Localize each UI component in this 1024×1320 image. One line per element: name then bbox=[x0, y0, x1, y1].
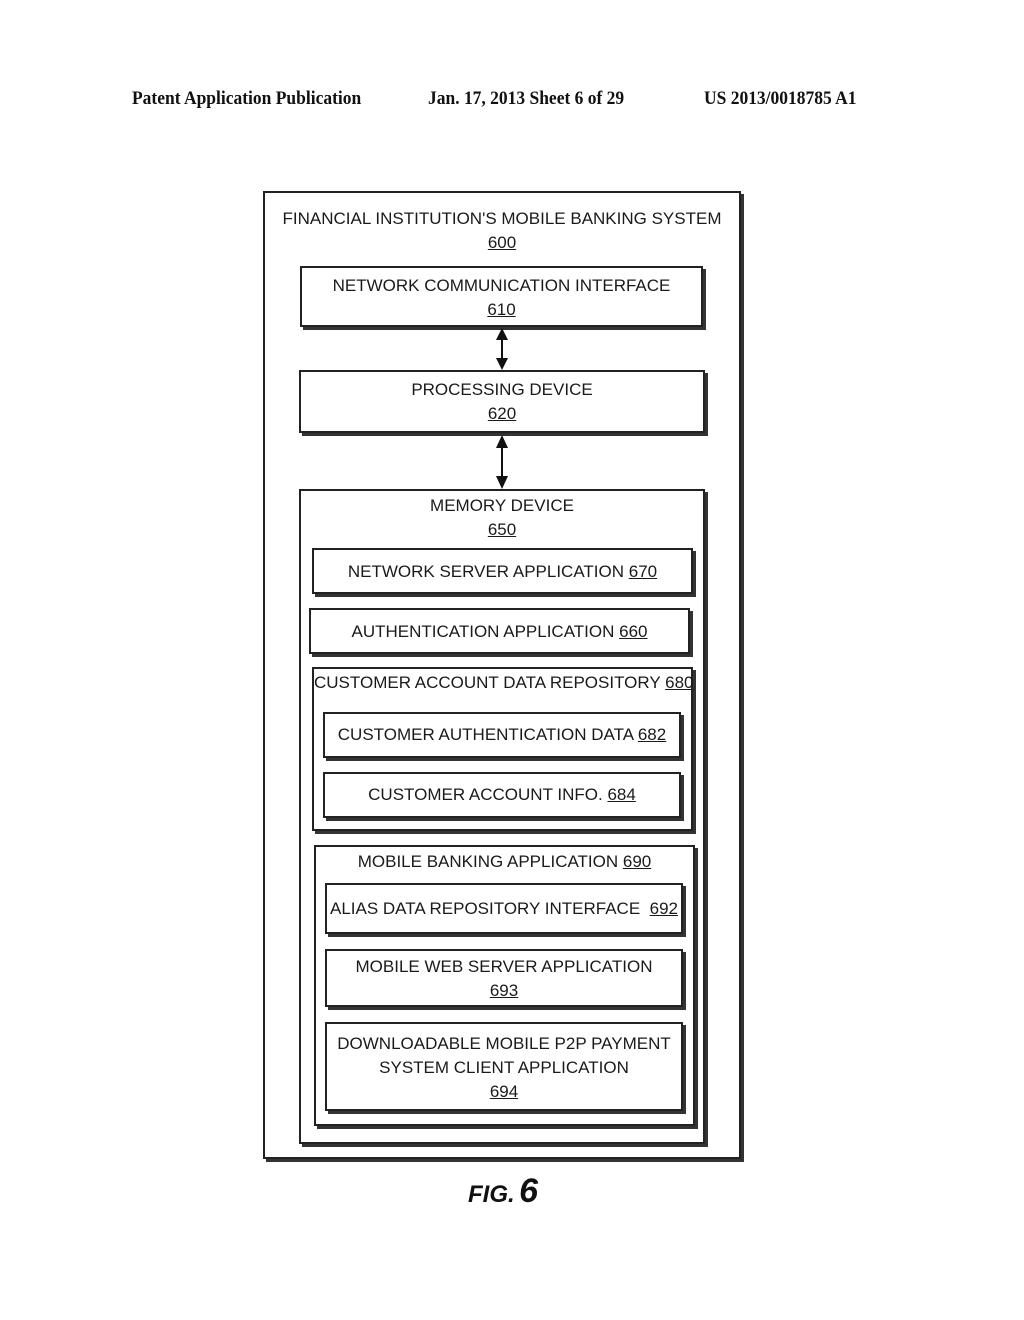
customer-account-data-repository-ref: 680 bbox=[665, 673, 694, 692]
customer-account-info-text: CUSTOMER ACCOUNT INFO. 684 bbox=[325, 783, 679, 807]
mobile-web-server-application-label: MOBILE WEB SERVER APPLICATION bbox=[355, 957, 653, 976]
processing-device-label: PROCESSING DEVICE bbox=[411, 380, 593, 399]
customer-account-info-label: CUSTOMER ACCOUNT INFO. bbox=[368, 785, 603, 804]
network-interface-label: NETWORK COMMUNICATION INTERFACE bbox=[332, 276, 671, 295]
customer-account-info-box: CUSTOMER ACCOUNT INFO. 684 bbox=[323, 772, 681, 818]
authentication-application-ref: 660 bbox=[619, 622, 648, 641]
network-server-application-box: NETWORK SERVER APPLICATION 670 bbox=[312, 548, 693, 594]
customer-authentication-data-ref: 682 bbox=[637, 725, 667, 744]
p2p-payment-client-application-box: DOWNLOADABLE MOBILE P2P PAYMENT SYSTEM C… bbox=[325, 1022, 683, 1111]
memory-device-ref: 650 bbox=[487, 520, 517, 539]
memory-device-title: MEMORY DEVICE 650 bbox=[301, 494, 703, 542]
system-title: FINANCIAL INSTITUTION'S MOBILE BANKING S… bbox=[265, 207, 739, 255]
figure-number: 6 bbox=[519, 1172, 539, 1210]
processing-device-ref: 620 bbox=[487, 404, 517, 423]
network-server-application-label: NETWORK SERVER APPLICATION bbox=[347, 562, 625, 581]
publication-number: US 2013/0018785 A1 bbox=[704, 88, 857, 109]
processing-device-box: PROCESSING DEVICE 620 bbox=[299, 370, 705, 433]
publication-title: Patent Application Publication bbox=[132, 88, 362, 109]
mobile-web-server-application-ref: 693 bbox=[489, 981, 519, 1000]
mobile-banking-application-ref: 690 bbox=[622, 852, 652, 871]
customer-authentication-data-box: CUSTOMER AUTHENTICATION DATA 682 bbox=[323, 712, 681, 758]
bidirectional-arrow-610-620 bbox=[496, 328, 508, 370]
alias-data-repository-interface-label: ALIAS DATA REPOSITORY INTERFACE bbox=[329, 899, 641, 918]
mobile-banking-application-text: MOBILE BANKING APPLICATION 690 bbox=[316, 850, 693, 874]
p2p-client-label-line1: DOWNLOADABLE MOBILE P2P PAYMENT bbox=[337, 1034, 671, 1053]
authentication-application-text: AUTHENTICATION APPLICATION 660 bbox=[311, 620, 688, 644]
alias-data-repository-interface-text: ALIAS DATA REPOSITORY INTERFACE 692 bbox=[327, 897, 681, 921]
customer-account-info-ref: 684 bbox=[607, 785, 636, 804]
figure-prefix: FIG. bbox=[468, 1181, 515, 1208]
alias-data-repository-interface-ref: 692 bbox=[649, 899, 678, 918]
publication-date-sheet: Jan. 17, 2013 Sheet 6 of 29 bbox=[428, 88, 625, 109]
customer-authentication-data-text: CUSTOMER AUTHENTICATION DATA 682 bbox=[325, 723, 679, 747]
network-server-application-text: NETWORK SERVER APPLICATION 670 bbox=[314, 560, 691, 584]
customer-account-data-repository-text: CUSTOMER ACCOUNT DATA REPOSITORY 680 bbox=[314, 671, 694, 695]
network-interface-ref: 610 bbox=[487, 300, 516, 319]
bidirectional-arrow-620-650 bbox=[496, 435, 508, 489]
network-server-application-ref: 670 bbox=[628, 562, 658, 581]
customer-account-data-repository-label: CUSTOMER ACCOUNT DATA REPOSITORY bbox=[314, 673, 661, 692]
mobile-banking-application-label: MOBILE BANKING APPLICATION bbox=[357, 852, 619, 871]
authentication-application-box: AUTHENTICATION APPLICATION 660 bbox=[309, 608, 690, 654]
p2p-client-label-line2: SYSTEM CLIENT APPLICATION bbox=[379, 1058, 629, 1077]
authentication-application-label: AUTHENTICATION APPLICATION bbox=[351, 622, 615, 641]
mobile-web-server-application-box: MOBILE WEB SERVER APPLICATION 693 bbox=[325, 949, 683, 1007]
figure-caption: FIG. 6 bbox=[468, 1172, 538, 1211]
alias-data-repository-interface-box: ALIAS DATA REPOSITORY INTERFACE 692 bbox=[325, 883, 683, 934]
system-ref: 600 bbox=[487, 233, 517, 252]
network-communication-interface-box: NETWORK COMMUNICATION INTERFACE 610 bbox=[300, 266, 703, 327]
customer-authentication-data-label: CUSTOMER AUTHENTICATION DATA bbox=[337, 725, 634, 744]
p2p-client-ref: 694 bbox=[489, 1082, 519, 1101]
system-label: FINANCIAL INSTITUTION'S MOBILE BANKING S… bbox=[282, 209, 722, 228]
memory-device-label: MEMORY DEVICE bbox=[430, 496, 574, 515]
